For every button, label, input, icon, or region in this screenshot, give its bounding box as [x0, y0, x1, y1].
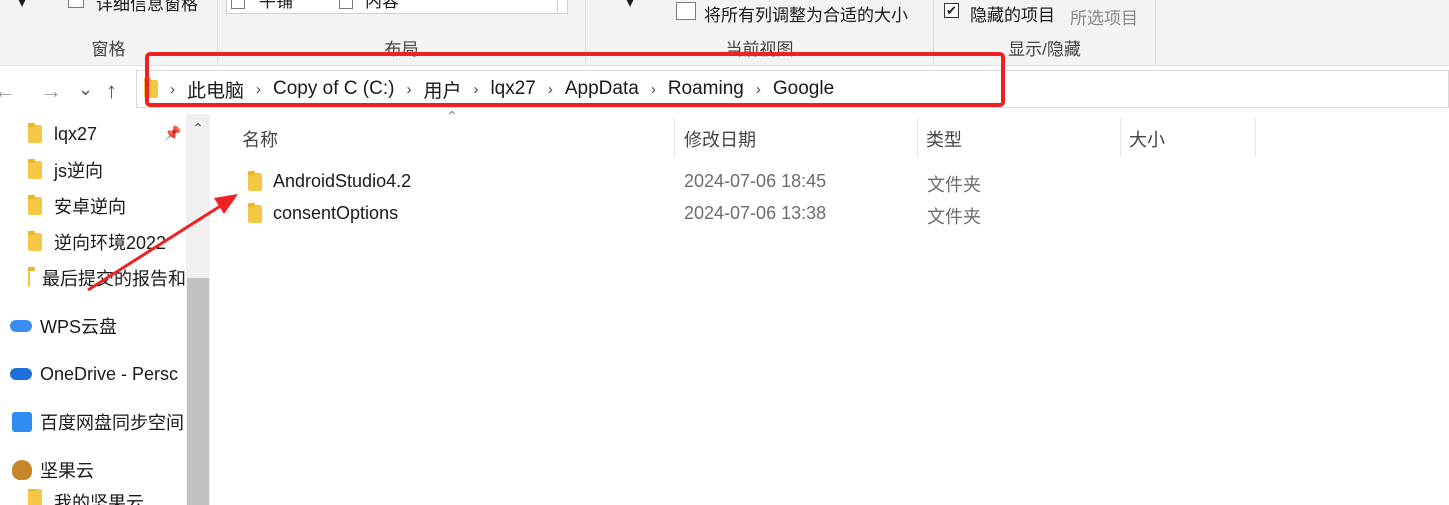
- detail-pane-icon: [68, 0, 84, 8]
- chevron-up-icon[interactable]: ⌃: [186, 120, 210, 140]
- column-divider[interactable]: [917, 118, 918, 156]
- sidebar-item-onedrive[interactable]: OneDrive - Persc: [10, 359, 186, 389]
- acorn-icon: [12, 460, 32, 480]
- sidebar-item-wps-cloud[interactable]: WPS云盘: [10, 311, 186, 341]
- sort-dropdown-icon[interactable]: ▾: [626, 0, 634, 12]
- gallery-scroll[interactable]: [557, 0, 569, 14]
- forward-arrow-icon[interactable]: →: [40, 78, 62, 104]
- folder-icon: [28, 231, 42, 251]
- layout-gallery[interactable]: 平铺 内容: [226, 0, 568, 14]
- hide-selected-button[interactable]: 所选项目: [1070, 4, 1138, 29]
- annotation-highlight-box: [145, 52, 1005, 107]
- fit-columns-icon: [676, 2, 696, 20]
- hidden-items-checkbox[interactable]: ✔: [944, 3, 959, 18]
- column-divider[interactable]: [1120, 118, 1121, 156]
- recent-locations-icon[interactable]: ⌄: [78, 76, 93, 102]
- hidden-items-label[interactable]: 隐藏的项目: [970, 1, 1055, 26]
- content-icon: [339, 0, 353, 9]
- fit-columns-button[interactable]: 将所有列调整为合适的大小: [704, 1, 908, 26]
- navigation-pane: lqx27 📌 js逆向 安卓逆向 逆向环境2022 最后提交的报告和 WPS云…: [0, 114, 212, 505]
- folder-icon: [28, 267, 35, 287]
- sidebar-item-label: WPS云盘: [40, 317, 118, 337]
- baidu-netdisk-icon: [12, 412, 32, 432]
- file-modified: 2024-07-06 18:45: [684, 171, 827, 191]
- sidebar-item-reports[interactable]: 最后提交的报告和: [28, 263, 186, 293]
- detail-pane-button[interactable]: 详细信息窗格: [96, 0, 198, 15]
- up-arrow-icon[interactable]: ↑: [106, 78, 117, 104]
- sidebar-item-js[interactable]: js逆向: [28, 155, 186, 185]
- cloud-icon: [10, 320, 32, 332]
- sidebar-item-label: 坚果云: [40, 461, 94, 481]
- sidebar-item-label: 我的坚果云: [54, 493, 144, 505]
- file-type: 文件夹: [927, 207, 981, 227]
- column-header-size[interactable]: 大小: [1129, 126, 1165, 152]
- sidebar-item-label: lqx27: [54, 123, 98, 144]
- layout-tile-option[interactable]: 平铺: [259, 0, 293, 12]
- pin-icon[interactable]: 📌: [164, 125, 181, 142]
- sidebar-item-my-jianguoyun[interactable]: 我的坚果云: [28, 489, 186, 505]
- folder-icon: [28, 159, 42, 179]
- onedrive-icon: [10, 368, 32, 380]
- sidebar-item-label: OneDrive - Persc: [40, 363, 179, 384]
- column-header-modified[interactable]: 修改日期: [684, 126, 756, 152]
- file-row[interactable]: AndroidStudio4.2 2024-07-06 18:45 文件夹: [230, 167, 1260, 197]
- sidebar-item-label: 逆向环境2022: [54, 233, 167, 253]
- back-arrow-icon[interactable]: ←: [0, 78, 16, 104]
- sidebar-item-label: js逆向: [54, 161, 103, 181]
- file-row[interactable]: consentOptions 2024-07-06 13:38 文件夹: [230, 199, 1260, 229]
- sidebar-item-label: 最后提交的报告和: [42, 269, 186, 289]
- column-header-name[interactable]: 名称: [242, 126, 278, 152]
- file-modified: 2024-07-06 13:38: [684, 203, 827, 223]
- column-header-row: ⌃ 名称 修改日期 类型 大小: [230, 108, 1260, 156]
- file-name[interactable]: consentOptions: [273, 203, 398, 224]
- sidebar-item-jianguoyun[interactable]: 坚果云: [12, 455, 186, 485]
- scrollbar-thumb[interactable]: [187, 278, 209, 505]
- column-divider[interactable]: [1255, 118, 1256, 156]
- sort-ascending-icon: ⌃: [446, 108, 458, 124]
- folder-icon: [28, 489, 42, 505]
- sidebar-item-baidu[interactable]: 百度网盘同步空间: [12, 407, 186, 437]
- sidebar-item-label: 百度网盘同步空间: [40, 413, 184, 433]
- folder-icon: [248, 203, 262, 223]
- sidebar-item-label: 安卓逆向: [54, 197, 126, 217]
- file-name[interactable]: AndroidStudio4.2: [273, 171, 411, 192]
- sidebar-item-android[interactable]: 安卓逆向: [28, 191, 186, 221]
- layout-content-option[interactable]: 内容: [365, 0, 399, 12]
- tile-icon: [231, 0, 245, 9]
- sidebar-item-env[interactable]: 逆向环境2022: [28, 227, 186, 257]
- column-divider[interactable]: [674, 118, 675, 156]
- column-header-type[interactable]: 类型: [926, 126, 962, 152]
- sidebar-item-lqx27[interactable]: lqx27 📌: [28, 119, 186, 149]
- folder-icon: [28, 123, 42, 143]
- folder-icon: [248, 171, 262, 191]
- file-type: 文件夹: [927, 175, 981, 195]
- dropdown-icon[interactable]: ▾: [18, 0, 26, 12]
- folder-icon: [28, 195, 42, 215]
